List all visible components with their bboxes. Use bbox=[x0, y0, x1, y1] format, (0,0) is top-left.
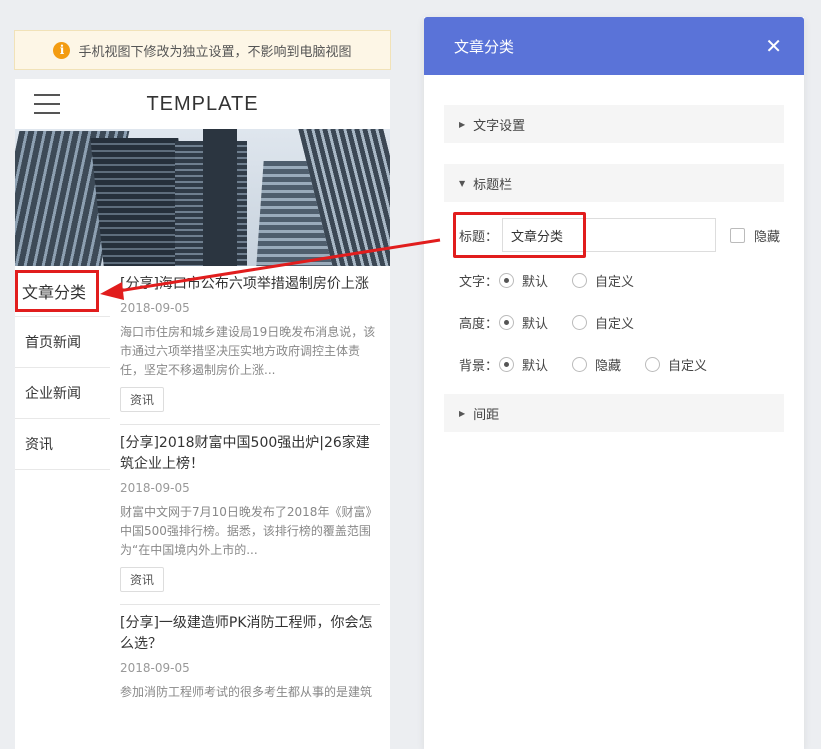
article-summary: 财富中文网于7月10日晚发布了2018年《财富》中国500强排行榜。据悉，该排行… bbox=[120, 505, 378, 557]
caret-right-icon: ▶ bbox=[459, 119, 466, 129]
article-date: 2018-09-05 bbox=[120, 661, 190, 675]
option-label: 隐藏 bbox=[595, 358, 622, 374]
section-label: 标题栏 bbox=[473, 177, 513, 193]
background-custom-option[interactable]: 自定义 bbox=[645, 355, 707, 374]
section-label: 文字设置 bbox=[473, 118, 526, 134]
sidebar-item-label: 资讯 bbox=[25, 437, 53, 453]
article-summary: 海口市住房和城乡建设局19日晚发布消息说，该市通过六项举措坚决压实地方政府调控主… bbox=[120, 325, 376, 377]
hamburger-menu-icon[interactable] bbox=[34, 94, 60, 114]
option-label: 自定义 bbox=[668, 358, 708, 374]
background-label: 背景： bbox=[459, 358, 499, 374]
radio-unchecked[interactable] bbox=[645, 356, 661, 372]
sidebar-item-info[interactable]: 资讯 bbox=[15, 419, 110, 470]
article-tag[interactable]: 资讯 bbox=[120, 387, 165, 412]
sidebar-item-home-news[interactable]: 首页新闻 bbox=[15, 317, 110, 368]
title-row: 标题： 隐藏 bbox=[444, 212, 784, 258]
article-tag[interactable]: 资讯 bbox=[120, 567, 165, 592]
option-label: 自定义 bbox=[595, 274, 635, 290]
radio-unchecked[interactable] bbox=[572, 272, 588, 288]
mobile-preview: TEMPLATE 文章分类 首页新闻 企业新闻 资讯 [分享]海口市公布六项举措… bbox=[15, 79, 390, 749]
sidebar-item-label: 文章分类 bbox=[15, 270, 100, 312]
section-text-settings[interactable]: ▶ 文字设置 bbox=[444, 105, 784, 143]
radio-checked[interactable] bbox=[499, 314, 514, 330]
option-label: 默认 bbox=[522, 358, 549, 374]
list-item[interactable]: [分享]2018财富中国500强出炉|26家建筑企业上榜！ 2018-09-05… bbox=[120, 425, 380, 605]
list-item[interactable]: [分享]一级建造师PK消防工程师，你会怎么选？ 2018-09-05 参加消防工… bbox=[120, 605, 380, 714]
option-label: 自定义 bbox=[595, 316, 635, 332]
height-row: 高度： 默认 自定义 bbox=[444, 310, 784, 334]
sidebar-item-company-news[interactable]: 企业新闻 bbox=[15, 368, 110, 419]
section-label: 间距 bbox=[473, 407, 500, 423]
article-date: 2018-09-05 bbox=[120, 481, 190, 495]
settings-panel: 文章分类 ✕ ▶ 文字设置 ▼ 标题栏 标题： 隐藏 文字： 默认 自定义 高度… bbox=[424, 17, 804, 749]
info-icon: i bbox=[53, 41, 71, 59]
caret-down-icon: ▼ bbox=[459, 178, 466, 188]
background-default-option[interactable]: 默认 bbox=[499, 355, 548, 374]
hide-checkbox[interactable] bbox=[730, 227, 745, 243]
hide-checkbox-label: 隐藏 bbox=[754, 229, 781, 245]
list-item[interactable]: [分享]海口市公布六项举措遏制房价上涨 2018-09-05 海口市住房和城乡建… bbox=[120, 266, 380, 425]
height-default-option[interactable]: 默认 bbox=[499, 313, 548, 332]
site-brand: TEMPLATE bbox=[146, 92, 259, 115]
caret-right-icon: ▶ bbox=[459, 408, 466, 418]
radio-checked[interactable] bbox=[499, 356, 514, 372]
hero-banner-image bbox=[15, 129, 390, 266]
sidebar-item-label: 首页新闻 bbox=[25, 335, 81, 351]
radio-unchecked[interactable] bbox=[572, 314, 588, 330]
title-label: 标题： bbox=[459, 229, 499, 245]
background-row: 背景： 默认 隐藏 自定义 bbox=[444, 352, 784, 376]
section-spacing[interactable]: ▶ 间距 bbox=[444, 394, 784, 432]
height-custom-option[interactable]: 自定义 bbox=[572, 313, 634, 332]
panel-body: ▶ 文字设置 ▼ 标题栏 标题： 隐藏 文字： 默认 自定义 高度： 默认 自定… bbox=[424, 75, 804, 432]
title-input[interactable] bbox=[502, 218, 716, 252]
height-label: 高度： bbox=[459, 316, 499, 332]
article-title[interactable]: [分享]一级建造师PK消防工程师，你会怎么选？ bbox=[120, 613, 380, 655]
notice-text: 手机视图下修改为独立设置，不影响到电脑视图 bbox=[78, 44, 352, 60]
sidebar-item-article-category[interactable]: 文章分类 bbox=[15, 266, 110, 317]
text-row: 文字： 默认 自定义 bbox=[444, 268, 784, 292]
radio-checked[interactable] bbox=[499, 272, 514, 288]
category-sidebar: 文章分类 首页新闻 企业新闻 资讯 bbox=[15, 266, 110, 714]
close-icon[interactable]: ✕ bbox=[765, 36, 782, 56]
text-label: 文字： bbox=[459, 274, 499, 290]
article-title[interactable]: [分享]海口市公布六项举措遏制房价上涨 bbox=[120, 274, 380, 295]
mobile-header: TEMPLATE bbox=[15, 79, 390, 129]
article-feed: [分享]海口市公布六项举措遏制房价上涨 2018-09-05 海口市住房和城乡建… bbox=[120, 266, 380, 714]
sidebar-item-label: 企业新闻 bbox=[25, 386, 81, 402]
content-area: 文章分类 首页新闻 企业新闻 资讯 [分享]海口市公布六项举措遏制房价上涨 20… bbox=[15, 266, 390, 714]
panel-header: 文章分类 ✕ bbox=[424, 17, 804, 75]
article-date: 2018-09-05 bbox=[120, 301, 190, 315]
option-label: 默认 bbox=[522, 274, 549, 290]
panel-title: 文章分类 bbox=[454, 37, 515, 56]
article-title[interactable]: [分享]2018财富中国500强出炉|26家建筑企业上榜！ bbox=[120, 433, 380, 475]
notice-bar: i 手机视图下修改为独立设置，不影响到电脑视图 bbox=[14, 30, 391, 70]
section-title-bar[interactable]: ▼ 标题栏 bbox=[444, 164, 784, 202]
text-custom-option[interactable]: 自定义 bbox=[572, 271, 634, 290]
text-default-option[interactable]: 默认 bbox=[499, 271, 548, 290]
background-hide-option[interactable]: 隐藏 bbox=[572, 355, 621, 374]
article-summary: 参加消防工程师考试的很多考生都从事的是建筑 bbox=[120, 685, 373, 699]
radio-unchecked[interactable] bbox=[572, 356, 588, 372]
option-label: 默认 bbox=[522, 316, 549, 332]
